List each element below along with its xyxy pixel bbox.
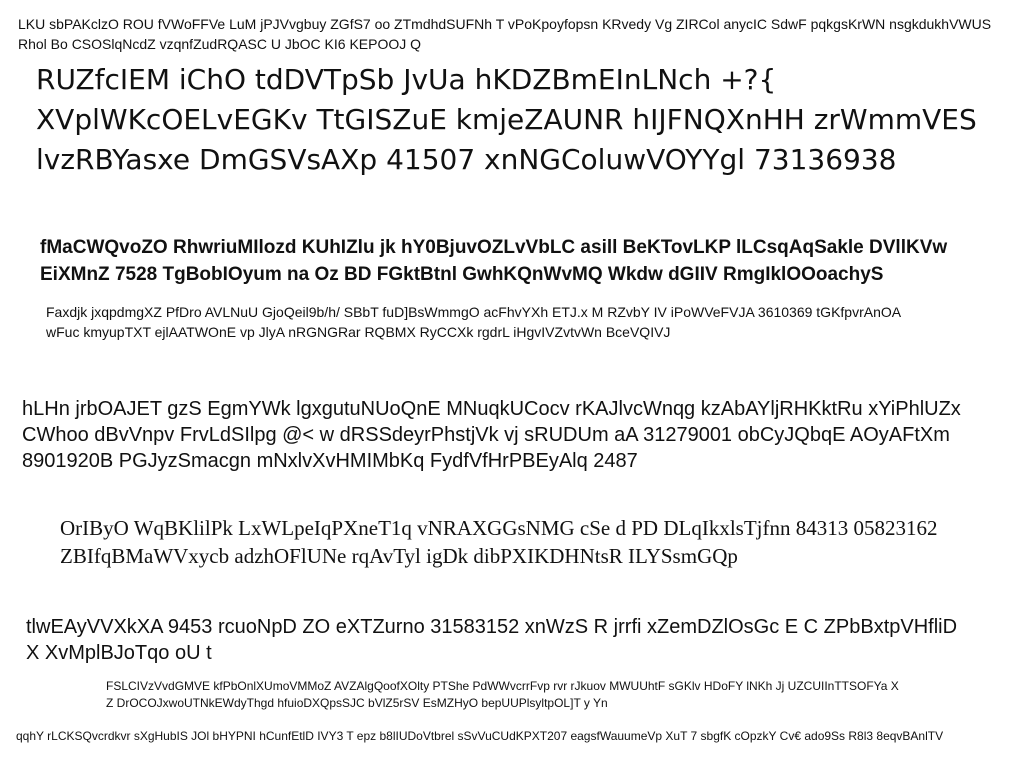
text-block-1: LKU sbPAKclzO ROU fVWoFFVe LuM jPJVvgbuy… xyxy=(18,16,992,52)
text-block-3: hLHn jrbOAJET gzS EgmYWk lgxgutuNUoQnE M… xyxy=(22,398,961,472)
text-block-2: Faxdjk jxqpdmgXZ PfDro AVLNuU GjoQeil9b/… xyxy=(46,304,901,340)
heading-text: RUZfcIEM iChO tdDVTpSb JvUa hKDZBmEInLNc… xyxy=(36,63,977,176)
serif-text-block: OrIByO WqBKlilPk LxWLpeIqPXneT1q vNRAXGG… xyxy=(60,516,938,568)
small-text-block-2: qqhY rLCKSQvcrdkvr sXgHubIS JOl bHYPNI h… xyxy=(16,729,944,743)
small-text-block-1: FSLCIVzVvdGMVE kfPbOnlXUmoVMMoZ AVZAlgQo… xyxy=(106,679,899,710)
bold-text-block: fMaCWQvoZO RhwriuMIlozd KUhIZlu jk hY0Bj… xyxy=(40,237,948,285)
text-block-4: tlwEAyVVXkXA 9453 rcuoNpD ZO eXTZurno 31… xyxy=(26,616,958,664)
